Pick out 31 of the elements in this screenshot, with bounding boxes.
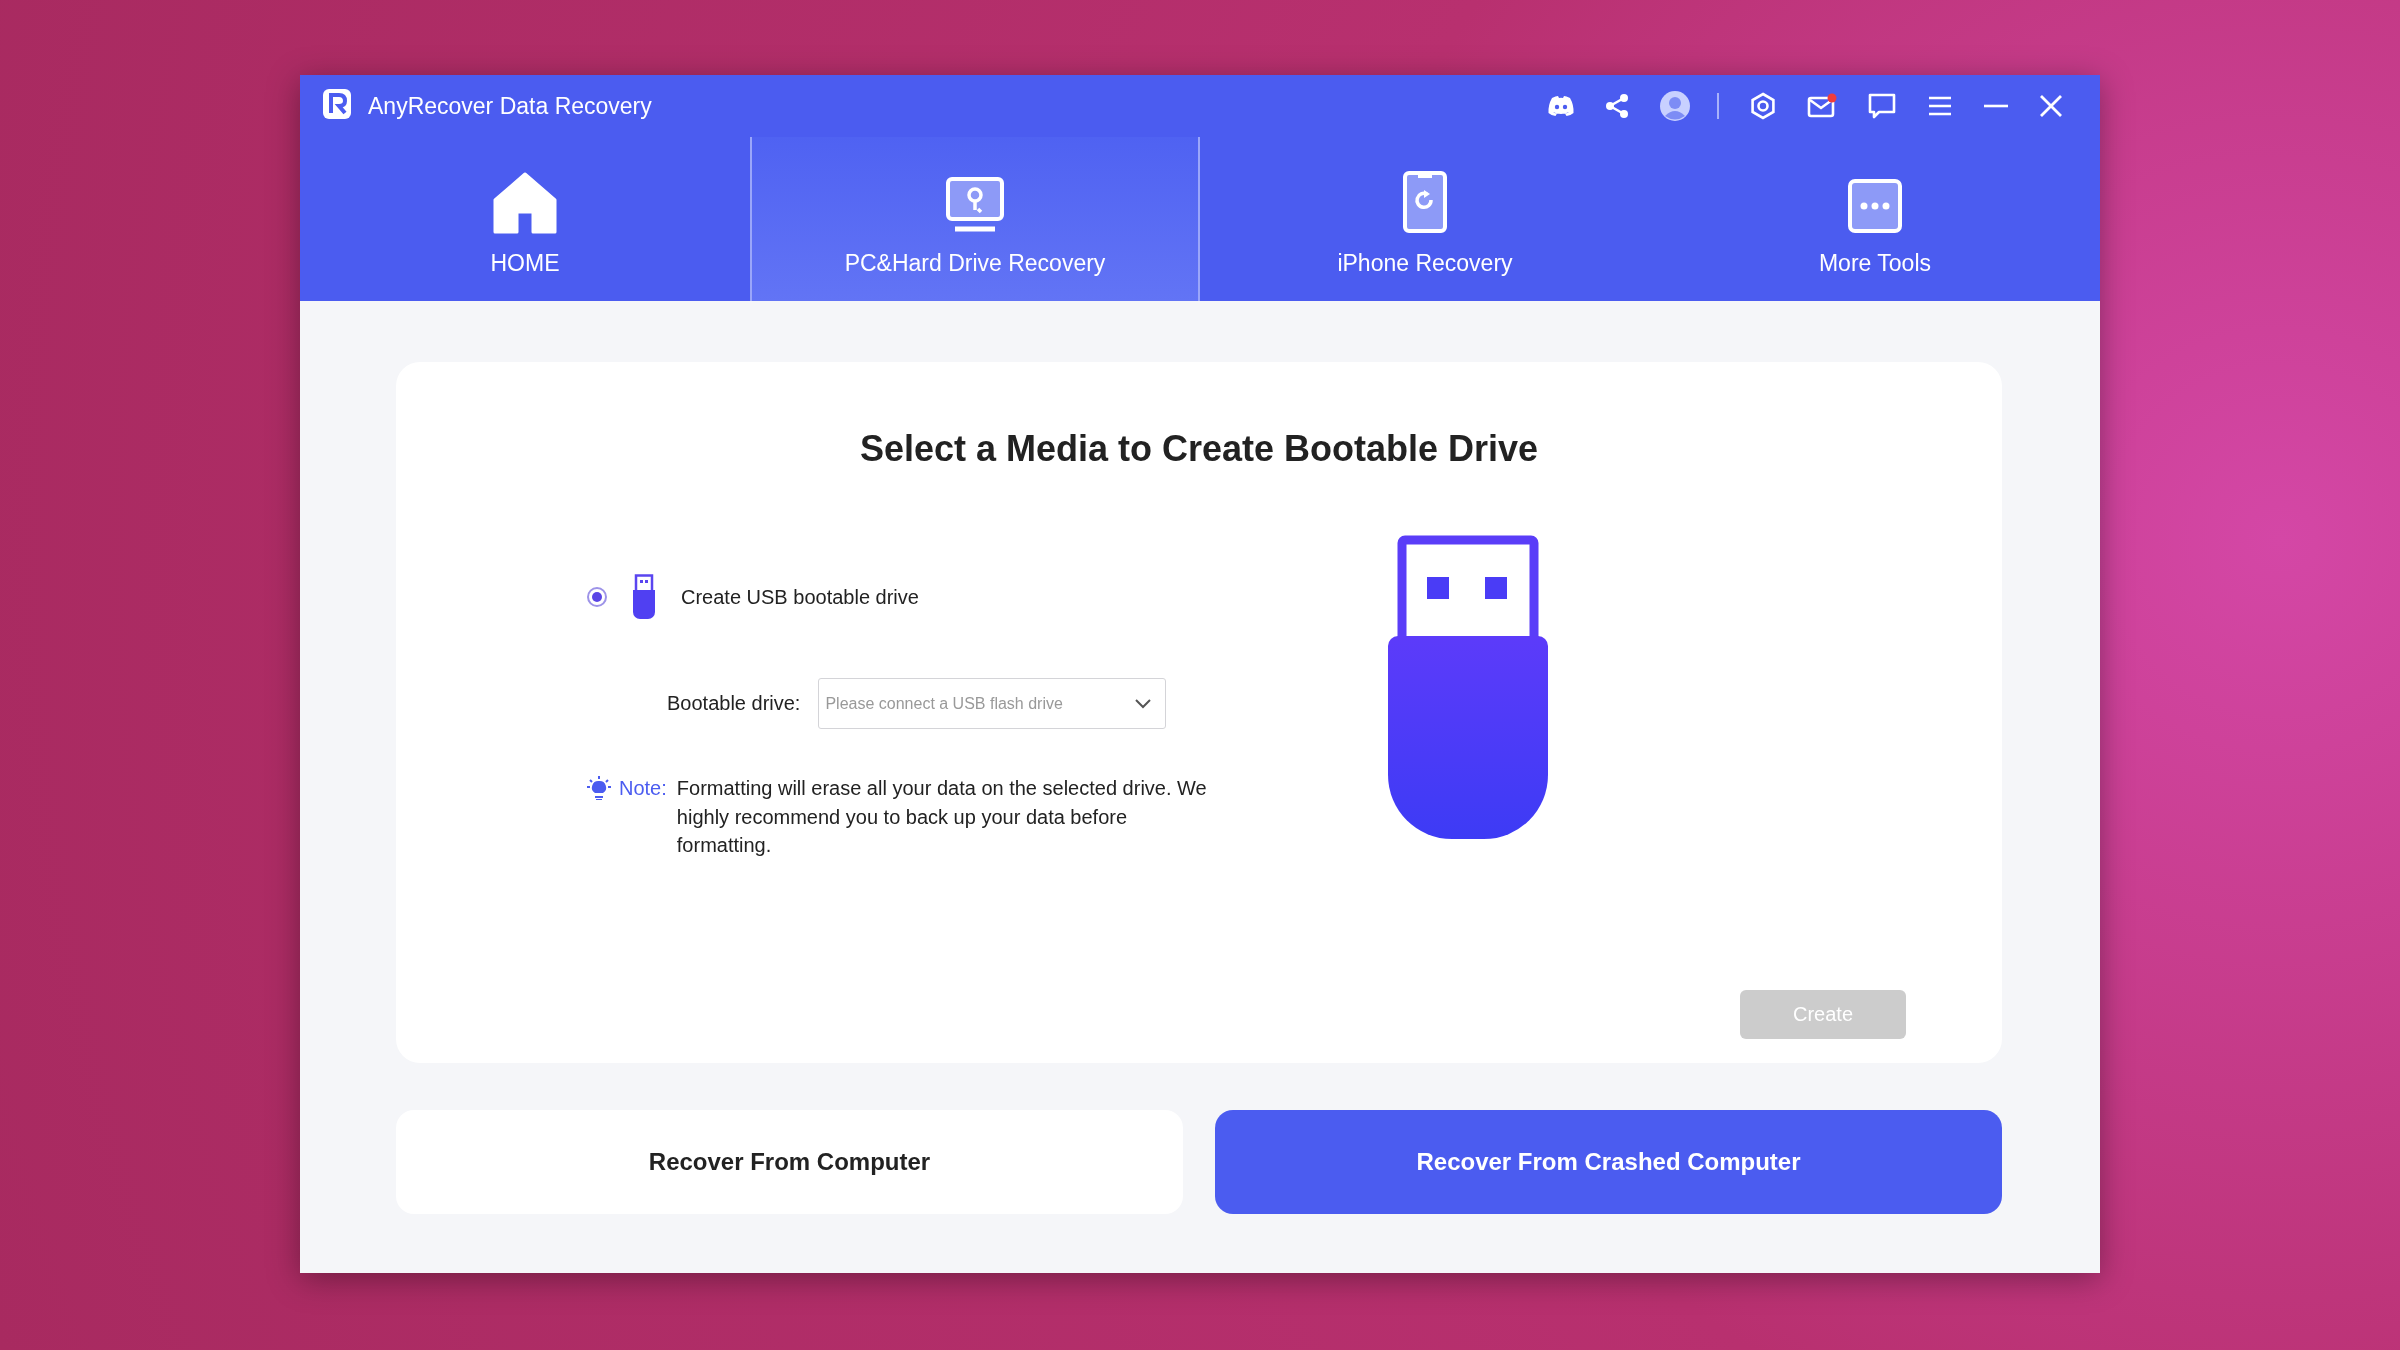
- share-icon[interactable]: [1605, 93, 1629, 119]
- minimize-icon[interactable]: [1983, 103, 2009, 109]
- radio-button[interactable]: [587, 587, 607, 607]
- monitor-icon: [945, 176, 1005, 234]
- avatar-icon[interactable]: [1659, 90, 1691, 122]
- nav-tab[interactable]: iPhone Recovery: [1200, 137, 1650, 301]
- house-icon: [493, 172, 557, 234]
- panel-heading: Select a Media to Create Bootable Drive: [858, 428, 1540, 470]
- option-label: Create USB bootable drive: [681, 585, 919, 609]
- mail-icon[interactable]: [1807, 93, 1837, 119]
- usb-drive-icon: [631, 574, 657, 620]
- settings-icon[interactable]: [1749, 92, 1777, 120]
- chat-icon[interactable]: [1867, 92, 1897, 120]
- window-title: AnyRecover Data Recovery: [368, 92, 652, 120]
- note-text: Formatting will erase all your data on the selected drive. We highly recommend you to back up your data before formatting.: [676, 776, 1207, 858]
- phone-icon: [1402, 170, 1448, 234]
- gamepad-icon[interactable]: [1547, 95, 1575, 117]
- chevron-down-icon: [1135, 698, 1152, 709]
- nav-tab[interactable]: More Tools: [1650, 137, 2100, 301]
- recovery-mode-button[interactable]: Recover From Crashed Computer: [1215, 1110, 2002, 1214]
- more-tools-icon: [1847, 178, 1903, 234]
- menu-icon[interactable]: [1927, 95, 1953, 117]
- recovery-mode-button[interactable]: Recover From Computer: [396, 1110, 1183, 1214]
- nav-tab[interactable]: HOME: [300, 137, 750, 301]
- field-label: Bootable drive:: [667, 692, 801, 715]
- nav-tab[interactable]: PC&Hard Drive Recovery: [750, 137, 1200, 301]
- app-logo-icon: [322, 88, 352, 120]
- drive-dropdown[interactable]: Please connect a USB flash drive: [818, 678, 1167, 729]
- lightbulb-icon: [587, 776, 611, 800]
- close-icon[interactable]: [2039, 94, 2063, 118]
- note-label: Note:: [619, 776, 667, 801]
